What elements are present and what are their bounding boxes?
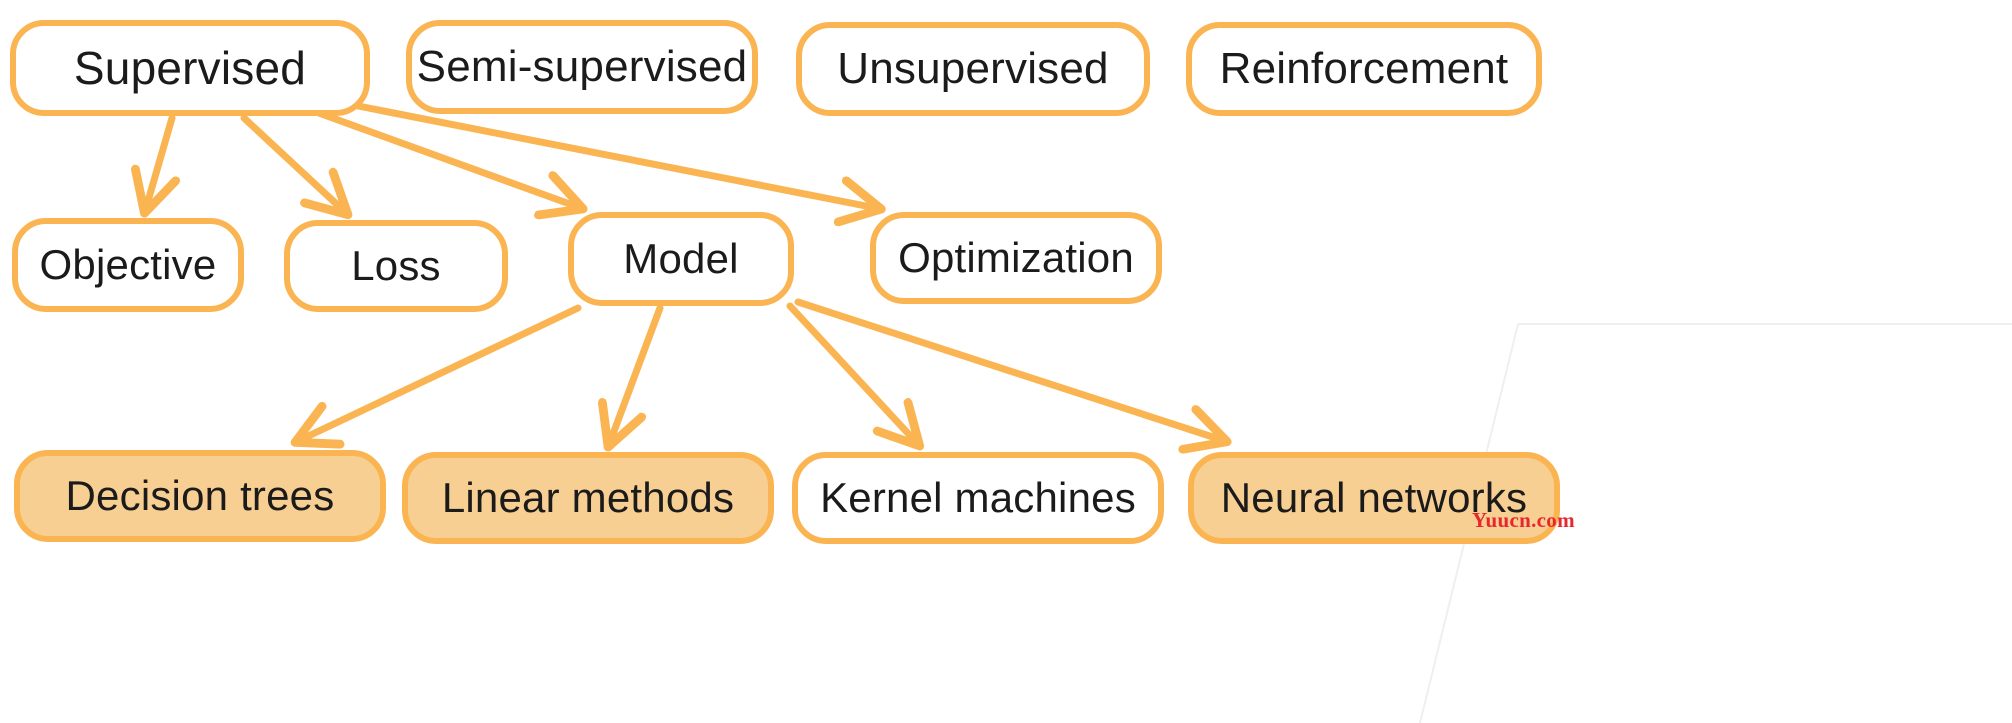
node-label-optimization: Optimization — [898, 234, 1134, 281]
node-semi-supervised[interactable]: Semi-supervised — [406, 20, 758, 114]
edge-model-neural-networks — [794, 298, 1222, 440]
node-decision-trees[interactable]: Decision trees — [14, 450, 386, 542]
node-label-model: Model — [623, 235, 739, 282]
node-label-linear-methods: Linear methods — [441, 474, 735, 521]
node-label-decision-trees: Decision trees — [65, 472, 335, 519]
watermark-text: Yuucn.com — [1472, 508, 1575, 532]
node-objective[interactable]: Objective — [12, 218, 244, 312]
node-loss[interactable]: Loss — [284, 220, 508, 312]
edge-model-decision-trees — [300, 304, 582, 440]
node-label-unsupervised: Unsupervised — [837, 44, 1109, 93]
edge-supervised-loss — [240, 114, 344, 211]
node-kernel-machines[interactable]: Kernel machines — [792, 452, 1164, 544]
edge-supervised-optimization — [344, 100, 876, 208]
node-optimization[interactable]: Optimization — [870, 212, 1162, 304]
node-reinforcement[interactable]: Reinforcement — [1186, 22, 1542, 116]
node-label-kernel-machines: Kernel machines — [820, 474, 1136, 521]
diagram-canvas: Supervised Semi-supervised Unsupervised … — [0, 0, 2012, 723]
node-label-supervised: Supervised — [73, 42, 307, 94]
node-label-reinforcement: Reinforcement — [1219, 44, 1509, 93]
edge-supervised-objective — [146, 114, 172, 208]
node-label-loss: Loss — [351, 242, 441, 289]
node-supervised[interactable]: Supervised — [10, 20, 370, 116]
node-linear-methods[interactable]: Linear methods — [402, 452, 774, 544]
node-model[interactable]: Model — [568, 212, 794, 306]
edge-supervised-model — [312, 108, 578, 207]
edge-model-kernel-machines — [786, 302, 916, 442]
node-label-objective: Objective — [39, 241, 217, 288]
node-label-semi-supervised: Semi-supervised — [416, 42, 748, 91]
node-unsupervised[interactable]: Unsupervised — [796, 22, 1150, 116]
edge-model-linear-methods — [610, 304, 664, 442]
